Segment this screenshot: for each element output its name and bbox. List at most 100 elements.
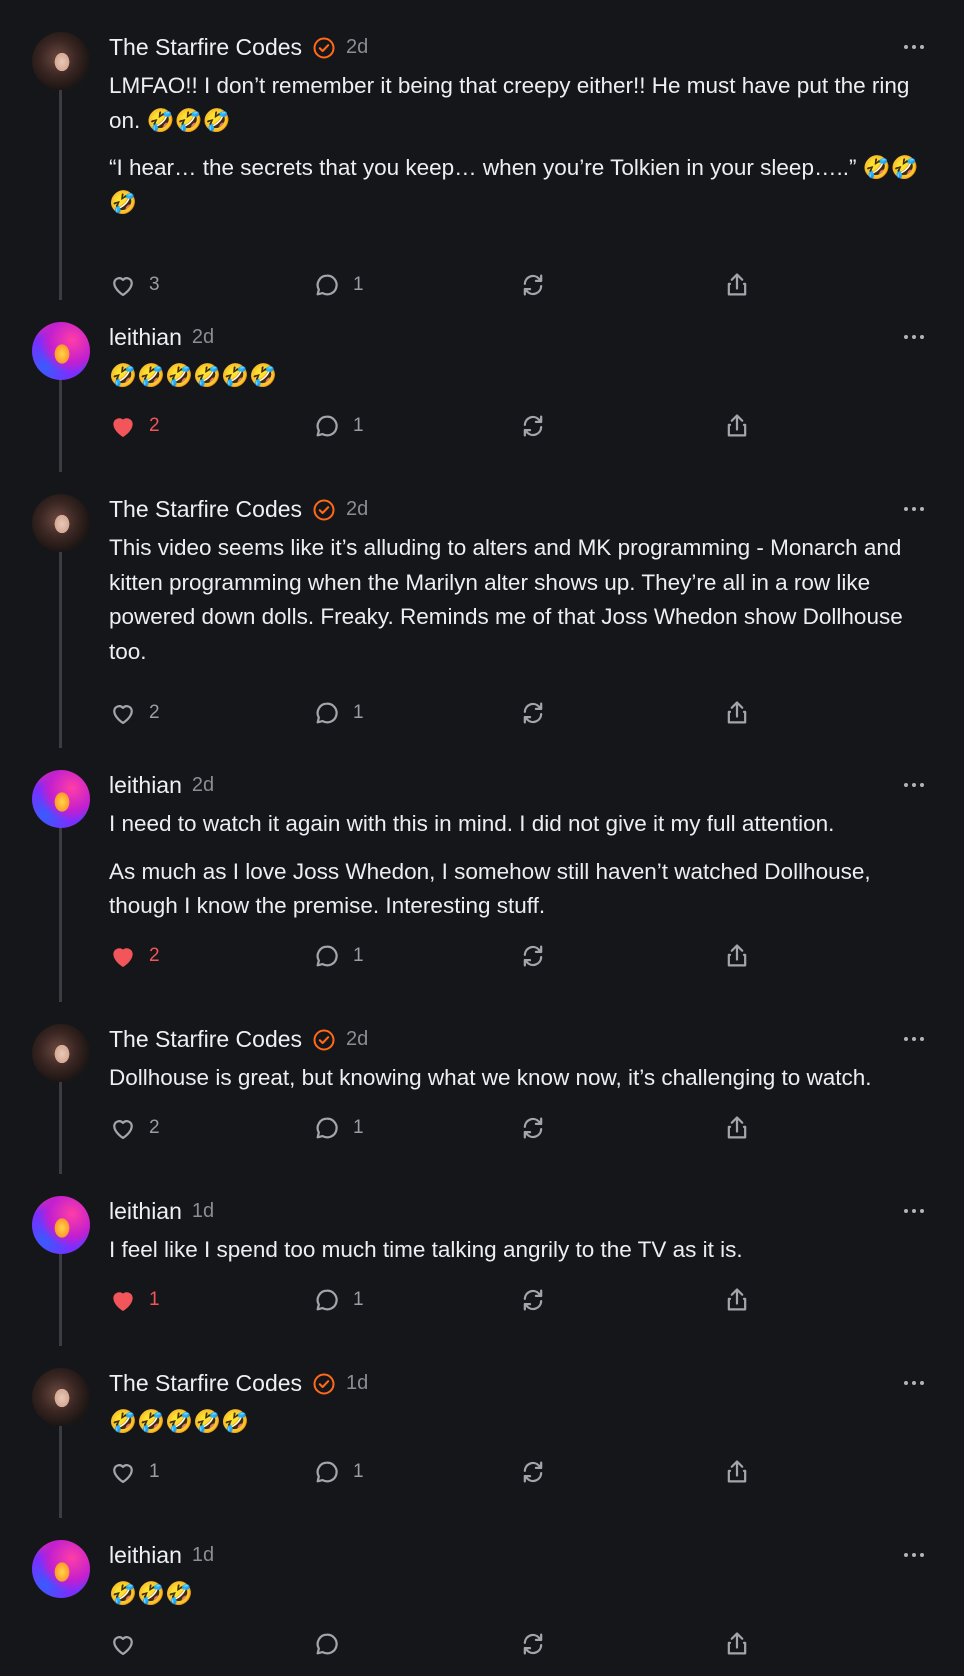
like-button[interactable]: 1 [109,1285,160,1315]
like-button[interactable]: 2 [109,411,160,441]
avatar[interactable] [32,322,90,380]
reply-count: 1 [353,1461,364,1482]
reply-button[interactable]: 1 [313,1113,364,1143]
repost-button[interactable] [519,411,547,441]
heart-icon [113,418,133,437]
dot [912,1381,916,1385]
action-bar: 21 [109,698,929,728]
author-name[interactable]: The Starfire Codes [109,1370,302,1397]
timestamp: 2d [346,497,369,520]
like-button[interactable]: 3 [109,270,160,300]
like-count: 1 [149,1289,160,1310]
repost-icon [523,1633,543,1655]
share-button[interactable] [723,941,751,971]
share-button[interactable] [723,1629,751,1659]
comment-header: leithian 2d [109,322,214,352]
repost-button[interactable] [519,1629,547,1659]
avatar[interactable] [32,770,90,828]
timestamp: 2d [346,1027,369,1050]
share-icon [727,944,747,967]
comment-thread: The Starfire Codes 2d LMFAO!! I don’t reme… [0,0,964,1676]
comment-paragraph: As much as I love Joss Whedon, I somehow… [109,858,871,919]
like-button[interactable] [109,1629,149,1659]
comment-bubble-icon [316,1289,338,1311]
reply-button[interactable]: 1 [313,941,364,971]
comment-header: leithian 1d [109,1196,214,1226]
comment-paragraph: 🤣🤣🤣 [109,1581,194,1606]
share-button[interactable] [723,698,751,728]
comment-bubble-icon [316,1461,338,1483]
like-button[interactable]: 2 [109,1113,160,1143]
more-options-icon[interactable] [904,330,928,344]
share-button[interactable] [723,270,751,300]
reply-button[interactable]: 1 [313,698,364,728]
share-button[interactable] [723,1457,751,1487]
dot [920,335,924,339]
author-name[interactable]: The Starfire Codes [109,34,302,61]
share-icon [727,1460,747,1483]
comment-body: 🤣🤣🤣 [109,1577,939,1625]
more-options-icon[interactable] [904,1032,928,1046]
author-name[interactable]: leithian [109,324,182,351]
more-options-icon[interactable] [904,1204,928,1218]
more-options-icon[interactable] [904,778,928,792]
share-button[interactable] [723,1113,751,1143]
dot [912,783,916,787]
repost-button[interactable] [519,1457,547,1487]
avatar[interactable] [32,1196,90,1254]
dot [912,1209,916,1213]
like-button[interactable]: 1 [109,1457,160,1487]
reply-button[interactable]: 1 [313,411,364,441]
repost-button[interactable] [519,1113,547,1143]
repost-button[interactable] [519,941,547,971]
dot [920,783,924,787]
dot [920,507,924,511]
like-count: 2 [149,945,160,966]
comment-body: 🤣🤣🤣🤣🤣 [109,1405,939,1453]
share-button[interactable] [723,1285,751,1315]
avatar[interactable] [32,1540,90,1598]
reply-button[interactable] [313,1629,353,1659]
avatar[interactable] [32,494,90,552]
author-name[interactable]: leithian [109,1542,182,1569]
comment-bubble-icon [316,702,338,724]
more-options-icon[interactable] [904,1376,928,1390]
more-options-icon[interactable] [904,502,928,516]
comment-bubble-icon [316,274,338,296]
comment-header: The Starfire Codes 2d [109,1024,368,1054]
more-options-icon[interactable] [904,40,928,54]
dot [912,1037,916,1041]
author-name[interactable]: The Starfire Codes [109,496,302,523]
comment-paragraph: “I hear… the secrets that you keep… when… [109,155,919,215]
share-icon [727,1288,747,1311]
reply-button[interactable]: 1 [313,270,364,300]
author-name[interactable]: leithian [109,772,182,799]
heart-icon [113,948,133,967]
repost-button[interactable] [519,1285,547,1315]
author-name[interactable]: The Starfire Codes [109,1026,302,1053]
reply-button[interactable]: 1 [313,1457,364,1487]
share-button[interactable] [723,411,751,441]
avatar[interactable] [32,1024,90,1082]
verified-badge-icon [312,1027,336,1051]
repost-button[interactable] [519,270,547,300]
like-button[interactable]: 2 [109,698,160,728]
like-button[interactable]: 2 [109,941,160,971]
repost-icon [523,415,543,437]
comment-paragraph: I need to watch it again with this in mi… [109,811,835,836]
avatar[interactable] [32,1368,90,1426]
verified-badge-icon [313,1029,335,1051]
heart-icon [113,1636,133,1656]
repost-button[interactable] [519,698,547,728]
heart-icon [113,1292,133,1311]
more-options-icon[interactable] [904,1548,928,1562]
comment-bubble-icon [316,945,338,967]
dot [920,45,924,49]
dot [920,1553,924,1557]
thread-connector-line [59,530,62,748]
dot [904,1381,908,1385]
avatar[interactable] [32,32,90,90]
author-name[interactable]: leithian [109,1198,182,1225]
verified-badge-icon [312,1371,336,1395]
reply-button[interactable]: 1 [313,1285,364,1315]
